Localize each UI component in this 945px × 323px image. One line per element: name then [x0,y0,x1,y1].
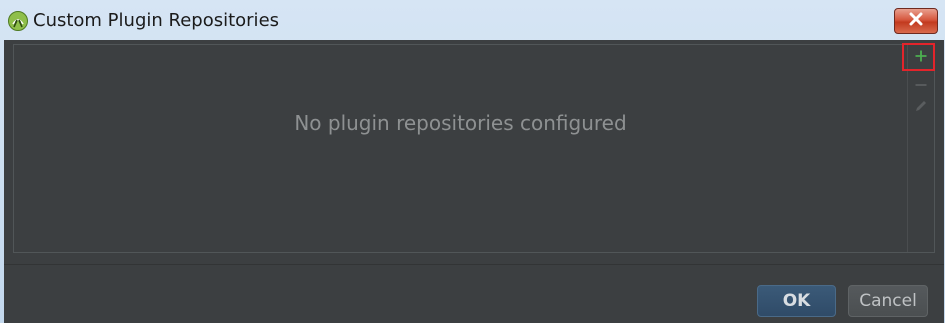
repositories-list-panel[interactable]: No plugin repositories configured [13,44,935,253]
add-button-highlight [902,43,935,71]
close-x-icon [908,12,924,31]
list-toolbar [907,45,935,252]
ok-button[interactable]: OK [757,285,836,317]
close-button[interactable] [894,8,938,34]
empty-list-message: No plugin repositories configured [294,111,627,135]
edit-repository-button[interactable] [909,96,933,120]
window-title: Custom Plugin Repositories [33,10,280,31]
footer-divider [4,264,944,265]
remove-repository-button[interactable] [909,72,933,96]
minus-icon [914,75,928,93]
title-bar[interactable]: Custom Plugin Repositories [0,0,945,40]
dialog-content: No plugin repositories configured OK Can… [4,40,944,323]
pencil-icon [914,99,928,118]
cancel-button[interactable]: Cancel [848,285,928,317]
android-studio-icon [8,11,28,31]
dialog-window: Custom Plugin Repositories No plugin rep… [0,0,945,323]
